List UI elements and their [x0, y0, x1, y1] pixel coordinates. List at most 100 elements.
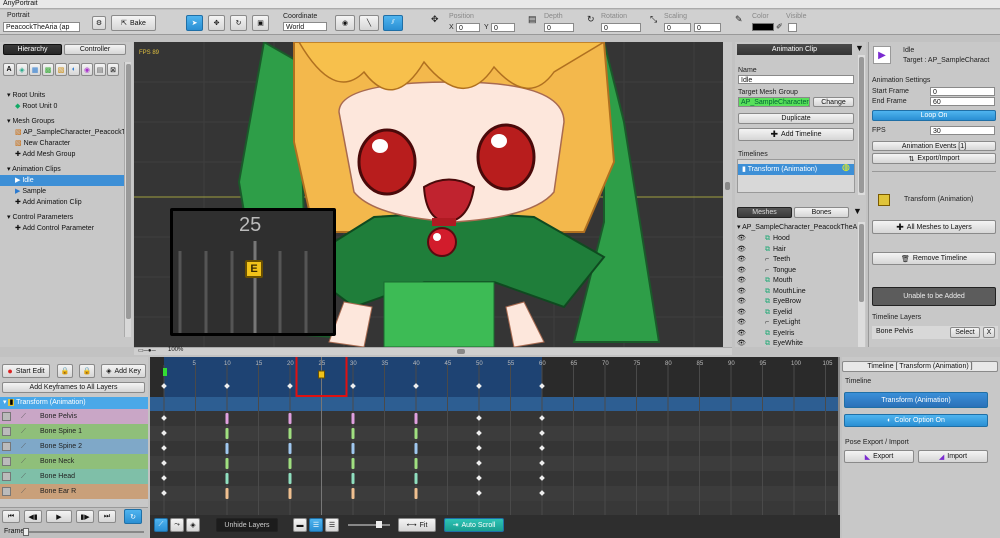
timeline-bulb-icon[interactable]: ◍ [842, 162, 850, 173]
color-option-button[interactable]: ◐ Color Option On [844, 414, 988, 427]
move-tool-button[interactable]: ✥ [208, 15, 225, 31]
slider-knob[interactable] [23, 528, 29, 536]
last-frame-button[interactable]: ⏭ [98, 510, 116, 523]
scaling-y-field[interactable]: 0 [694, 23, 721, 32]
mesh-item[interactable]: 👁 ⧉ Hood [737, 234, 858, 244]
viewport-vscroll[interactable] [723, 42, 732, 347]
section-root-units[interactable]: ▾ Root Units [0, 90, 124, 101]
timeline-item-selected[interactable]: ▮ Transform (Animation) [738, 164, 854, 175]
portrait-select[interactable]: PeacockTheAria (ap [3, 22, 80, 32]
header-dropdown-icon[interactable]: ▼ [855, 43, 864, 53]
scaling-x-field[interactable]: 0 [664, 23, 691, 32]
zoom-slider-icon[interactable]: ▭─●─ [138, 347, 156, 354]
scroll-thumb[interactable] [859, 224, 864, 302]
timeline-layer-row[interactable]: ⟋ Bone Neck [0, 454, 148, 469]
layer-visibility-icon[interactable] [2, 457, 11, 466]
pos-y-field[interactable]: 0 [491, 23, 515, 32]
eye-icon[interactable]: 👁 [737, 308, 749, 318]
name-field[interactable]: Idle [738, 75, 854, 84]
mesh-item[interactable]: 👁 ⧉ Eyelid [737, 308, 858, 318]
tab-meshes[interactable]: Meshes [737, 207, 792, 218]
color-swatch[interactable] [752, 23, 774, 31]
mesh-item[interactable]: 👁 ⧉ EyeBrow [737, 297, 858, 307]
start-frame-field[interactable]: 0 [930, 87, 995, 96]
add-timeline-button[interactable]: ✚ Add Timeline [738, 128, 854, 141]
tab-controller[interactable]: Controller [64, 44, 126, 55]
coordinate-select[interactable]: World [283, 22, 327, 31]
pose-import-button[interactable]: ◢ Import [918, 450, 988, 463]
mesh-root-item[interactable]: ▾ AP_SampleCharacter_PeacockTheA [737, 223, 858, 233]
scroll-thumb[interactable] [457, 349, 465, 354]
layer-visibility-icon[interactable] [2, 442, 11, 451]
timeline-layer-row[interactable]: ⟋ Bone Spine 1 [0, 424, 148, 439]
add-keyframes-all-button[interactable]: Add Keyframes to All Layers [2, 382, 145, 393]
scroll-thumb[interactable] [859, 57, 864, 193]
select-button[interactable]: Select [950, 327, 980, 338]
next-frame-button[interactable]: ▮▶ [76, 510, 94, 523]
bone-visibility-button[interactable]: ╲ [359, 15, 379, 31]
end-frame-field[interactable]: 60 [930, 97, 995, 106]
tab-bones[interactable]: Bones [794, 207, 849, 218]
eye-icon[interactable]: 👁 [737, 318, 749, 328]
depth-field[interactable]: 0 [544, 23, 574, 32]
eyedropper-icon[interactable]: ✐ [776, 22, 783, 31]
mesh-item[interactable]: 👁 ⌐ Tongue [737, 266, 858, 276]
rotation-field[interactable]: 0 [601, 23, 641, 32]
tabs-dropdown-icon[interactable]: ▼ [853, 206, 862, 216]
scroll-thumb[interactable] [725, 182, 730, 190]
mesh-item[interactable]: 👁 ⧉ Hair [737, 245, 858, 255]
timeline-layer-row[interactable]: ⟋ Bone Spine 2 [0, 439, 148, 454]
add-key-button[interactable]: ◈ Add Key [101, 364, 146, 378]
timeline-layer-row[interactable]: ⟋ Bone Ear R [0, 484, 148, 499]
fps-field[interactable]: 30 [930, 126, 995, 135]
filter-image-icon[interactable]: ▦ [29, 63, 41, 76]
mesh-item[interactable]: 👁 ⌐ EyeLight [737, 318, 858, 328]
eye-icon[interactable]: 👁 [737, 276, 749, 286]
eye-icon[interactable]: 👁 [737, 287, 749, 297]
viewport[interactable]: FPS 89 25 E [134, 42, 732, 347]
layer-visibility-icon[interactable] [2, 412, 11, 421]
onion-button[interactable]: ◉ [335, 15, 355, 31]
section-control-params[interactable]: ▾ Control Parameters [0, 212, 124, 223]
layer-visibility-icon[interactable] [2, 472, 11, 481]
play-button[interactable]: ▶ [46, 510, 72, 523]
filter-all-icon[interactable]: A [3, 63, 15, 76]
frame-slider[interactable] [23, 528, 144, 536]
layers-button[interactable]: ◈ [186, 518, 200, 532]
eye-icon[interactable]: 👁 [737, 329, 749, 339]
start-edit-button[interactable]: ● Start Edit [2, 364, 50, 378]
tree-item[interactable]: ✚ Add Control Parameter [0, 223, 124, 234]
viewport-hscroll[interactable]: ▭─●─ 100% [134, 347, 732, 355]
first-frame-button[interactable]: ⏮ [2, 510, 20, 523]
timeline-layer-row[interactable]: ⟋ Bone Pelvis [0, 409, 148, 424]
tree-item[interactable]: ▧ AP_SampleCharacter_PeacockT [0, 127, 126, 138]
timeline-graph[interactable]: 5101520253035404550556065707580859095100… [150, 357, 838, 515]
scale-tool-button[interactable]: ▣ [252, 15, 269, 31]
eye-icon[interactable]: 👁 [737, 245, 749, 255]
eye-icon[interactable]: 👁 [737, 297, 749, 307]
portrait-settings-button[interactable]: ⚙ [92, 16, 106, 30]
remove-timeline-button[interactable]: 🗑 Remove Timeline [872, 252, 996, 265]
tree-item[interactable]: ✚ Add Animation Clip [0, 197, 124, 208]
bone-edit-button[interactable]: ⫽ [383, 15, 403, 31]
filter-param-icon[interactable]: ◉ [81, 63, 93, 76]
tree-item[interactable]: ▶ Sample [0, 186, 124, 197]
lock-key-button[interactable]: 🔒 [79, 364, 95, 378]
lock-button[interactable]: 🔒 [57, 364, 73, 378]
duplicate-button[interactable]: Duplicate [738, 113, 854, 124]
tree-item[interactable]: ▧ New Character [0, 138, 124, 149]
mesh-list-scrollbar[interactable] [858, 222, 865, 347]
slider-knob[interactable] [376, 521, 382, 528]
animation-events-button[interactable]: Animation Events [1] [872, 141, 996, 151]
change-button[interactable]: Change [813, 97, 854, 107]
select-tool-button[interactable]: ➤ [186, 15, 203, 31]
remove-layer-button[interactable]: X [983, 327, 995, 338]
timeline-tracks[interactable]: 5101520253035404550556065707580859095100… [150, 357, 838, 515]
section-animation-clips[interactable]: ▾ Animation Clips [0, 164, 124, 175]
loop-toggle-button[interactable]: Loop On [872, 110, 996, 121]
tab-hierarchy[interactable]: Hierarchy [3, 44, 62, 55]
tree-item[interactable]: ✚ Add Mesh Group [0, 149, 124, 160]
export-import-button[interactable]: ⇅ Export/Import [872, 153, 996, 164]
eye-icon[interactable]: 👁 [737, 266, 749, 276]
all-meshes-to-layers-button[interactable]: ✚ All Meshes to Layers [872, 220, 996, 234]
